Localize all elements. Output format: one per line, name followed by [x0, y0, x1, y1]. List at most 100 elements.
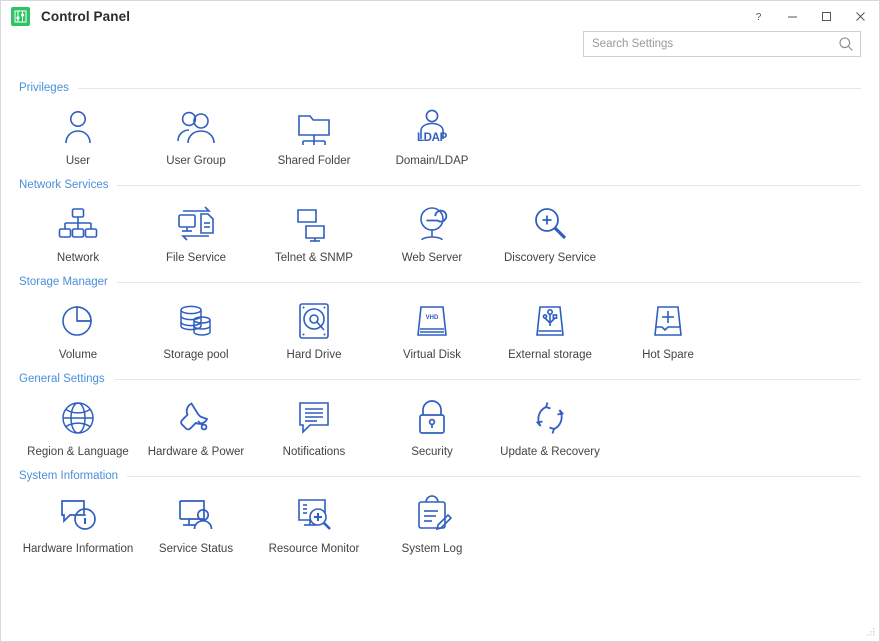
- tile-update-recovery[interactable]: Update & Recovery: [491, 395, 609, 459]
- virtual-disk-icon: VHD: [411, 300, 453, 342]
- telnet-snmp-icon: [292, 203, 336, 245]
- section-privileges: Privileges User User Group Shared Folder…: [19, 78, 861, 168]
- tile-label: Hardware Information: [22, 543, 134, 555]
- tile-file-service[interactable]: File Service: [137, 201, 255, 265]
- search-icon[interactable]: [838, 36, 854, 52]
- tile-shared-folder[interactable]: Shared Folder: [255, 104, 373, 168]
- section-header: Privileges: [19, 78, 861, 98]
- section-system-information: System Information Hardware Information: [19, 466, 861, 556]
- tile-virtual-disk[interactable]: VHD Virtual Disk: [373, 298, 491, 362]
- system-log-icon: [412, 494, 452, 536]
- tile-label: User: [65, 155, 91, 167]
- hardware-information-icon: [57, 494, 99, 536]
- tile-security[interactable]: Security: [373, 395, 491, 459]
- tile-web-server[interactable]: Web Server: [373, 201, 491, 265]
- section-storage-manager: Storage Manager Volume Storage pool Hard…: [19, 272, 861, 362]
- close-button[interactable]: [843, 1, 877, 31]
- tile-label: External storage: [508, 349, 592, 361]
- volume-icon: [58, 300, 98, 342]
- section-title: System Information: [19, 470, 119, 482]
- tile-label: Telnet & SNMP: [275, 252, 353, 264]
- tile-label: Domain/LDAP: [395, 155, 469, 167]
- tile-label: Discovery Service: [503, 252, 597, 264]
- tile-label: Security: [411, 446, 453, 458]
- tile-discovery-service[interactable]: Discovery Service: [491, 201, 609, 265]
- file-service-icon: [174, 203, 218, 245]
- tile-user-group[interactable]: User Group: [137, 104, 255, 168]
- tile-row: Region & Language Hardware & Power Notif…: [19, 389, 861, 459]
- section-general-settings: General Settings Region & Language Hardw…: [19, 369, 861, 459]
- tile-label: Update & Recovery: [500, 446, 600, 458]
- tile-region-language[interactable]: Region & Language: [19, 395, 137, 459]
- section-divider: [116, 281, 861, 283]
- ldap-icon-text: LDAP: [416, 132, 448, 144]
- search-row: [1, 31, 879, 65]
- storage-pool-icon: [175, 300, 217, 342]
- section-header: Network Services: [19, 175, 861, 195]
- tile-hardware-information[interactable]: Hardware Information: [19, 492, 137, 556]
- tile-user[interactable]: User: [19, 104, 137, 168]
- wrench-icon: [175, 397, 217, 439]
- tile-storage-pool[interactable]: Storage pool: [137, 298, 255, 362]
- tile-label: Hot Spare: [642, 349, 694, 361]
- window-controls: ?: [741, 1, 877, 31]
- tile-telnet-snmp[interactable]: Telnet & SNMP: [255, 201, 373, 265]
- tile-domain-ldap[interactable]: LDAP Domain/LDAP: [373, 104, 491, 168]
- network-icon: [57, 203, 99, 245]
- control-panel-icon: [11, 6, 30, 26]
- tile-network[interactable]: Network: [19, 201, 137, 265]
- section-header: Storage Manager: [19, 272, 861, 292]
- resize-grip[interactable]: [864, 626, 876, 638]
- search-input[interactable]: [592, 32, 838, 56]
- hard-drive-icon: [295, 300, 333, 342]
- user-icon: [58, 106, 98, 148]
- section-divider: [117, 184, 861, 186]
- tile-row: Hardware Information Service Status Reso…: [19, 486, 861, 556]
- tile-resource-monitor[interactable]: Resource Monitor: [255, 492, 373, 556]
- tile-hard-drive[interactable]: Hard Drive: [255, 298, 373, 362]
- tile-service-status[interactable]: Service Status: [137, 492, 255, 556]
- external-storage-icon: [529, 300, 571, 342]
- tile-label: Shared Folder: [277, 155, 351, 167]
- tile-label: Storage pool: [163, 349, 229, 361]
- tile-label: Virtual Disk: [403, 349, 461, 361]
- section-title: Network Services: [19, 179, 109, 191]
- update-recovery-icon: [529, 397, 571, 439]
- svg-text:?: ?: [755, 12, 761, 22]
- window-title: Control Panel: [41, 8, 131, 24]
- section-title: General Settings: [19, 373, 105, 385]
- tile-volume[interactable]: Volume: [19, 298, 137, 362]
- section-divider: [127, 475, 861, 477]
- tile-label: System Log: [401, 543, 463, 555]
- maximize-button[interactable]: [809, 1, 843, 31]
- tile-system-log[interactable]: System Log: [373, 492, 491, 556]
- tile-label: Hardware & Power: [147, 446, 245, 458]
- resource-monitor-icon: [293, 494, 335, 536]
- lock-icon: [413, 397, 451, 439]
- hot-spare-icon: [647, 300, 689, 342]
- discovery-service-icon: [529, 203, 571, 245]
- tile-label: Service Status: [158, 543, 234, 555]
- section-header: System Information: [19, 466, 861, 486]
- tile-hot-spare[interactable]: Hot Spare: [609, 298, 727, 362]
- minimize-button[interactable]: [775, 1, 809, 31]
- section-title: Storage Manager: [19, 276, 108, 288]
- tile-external-storage[interactable]: External storage: [491, 298, 609, 362]
- shared-folder-icon: [293, 106, 335, 148]
- tile-label: Region & Language: [27, 446, 129, 458]
- tile-label: Hard Drive: [286, 349, 342, 361]
- tile-row: Network File Service Telnet & SNMP Web S…: [19, 195, 861, 265]
- web-server-icon: [411, 203, 453, 245]
- help-button[interactable]: ?: [741, 1, 775, 31]
- tile-hardware-power[interactable]: Hardware & Power: [137, 395, 255, 459]
- section-header: General Settings: [19, 369, 861, 389]
- tile-label: Volume: [58, 349, 98, 361]
- search-box[interactable]: [583, 31, 861, 57]
- tile-label: Network: [56, 252, 100, 264]
- settings-content: Privileges User User Group Shared Folder…: [1, 65, 879, 641]
- section-network-services: Network Services Network File Service Te…: [19, 175, 861, 265]
- control-panel-window: Control Panel ? Search Settings Privileg…: [0, 0, 880, 642]
- tile-label: User Group: [166, 155, 226, 167]
- notification-icon: [294, 397, 334, 439]
- tile-notifications[interactable]: Notifications: [255, 395, 373, 459]
